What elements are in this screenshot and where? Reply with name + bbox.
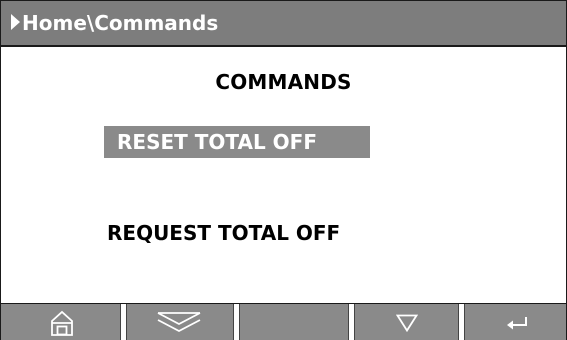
softkey-separator [458, 304, 465, 340]
double-chevron-down-icon [157, 312, 201, 333]
softkey-down[interactable] [355, 304, 458, 340]
softkey-separator [233, 304, 240, 340]
softkey-enter[interactable] [465, 304, 566, 340]
home-icon [51, 310, 73, 336]
softkey-page-down[interactable] [127, 304, 233, 340]
softkey-separator [348, 304, 355, 340]
triangle-down-icon [396, 314, 418, 332]
right-triangle-icon [11, 14, 20, 30]
softkey-home[interactable] [1, 304, 120, 340]
page-title: COMMANDS [215, 70, 352, 94]
display-frame: Home\Commands COMMANDS RESET TOTAL OFF R… [0, 0, 567, 340]
softkey-bar [1, 303, 566, 340]
softkey-separator [120, 304, 127, 340]
enter-icon [507, 317, 527, 330]
command-request-total-off[interactable]: REQUEST TOTAL OFF [107, 219, 340, 247]
softkey-blank[interactable] [240, 304, 348, 340]
breadcrumb: Home\Commands [22, 11, 219, 35]
command-reset-total-off[interactable]: RESET TOTAL OFF [104, 126, 370, 158]
header-bar: Home\Commands [1, 1, 566, 47]
